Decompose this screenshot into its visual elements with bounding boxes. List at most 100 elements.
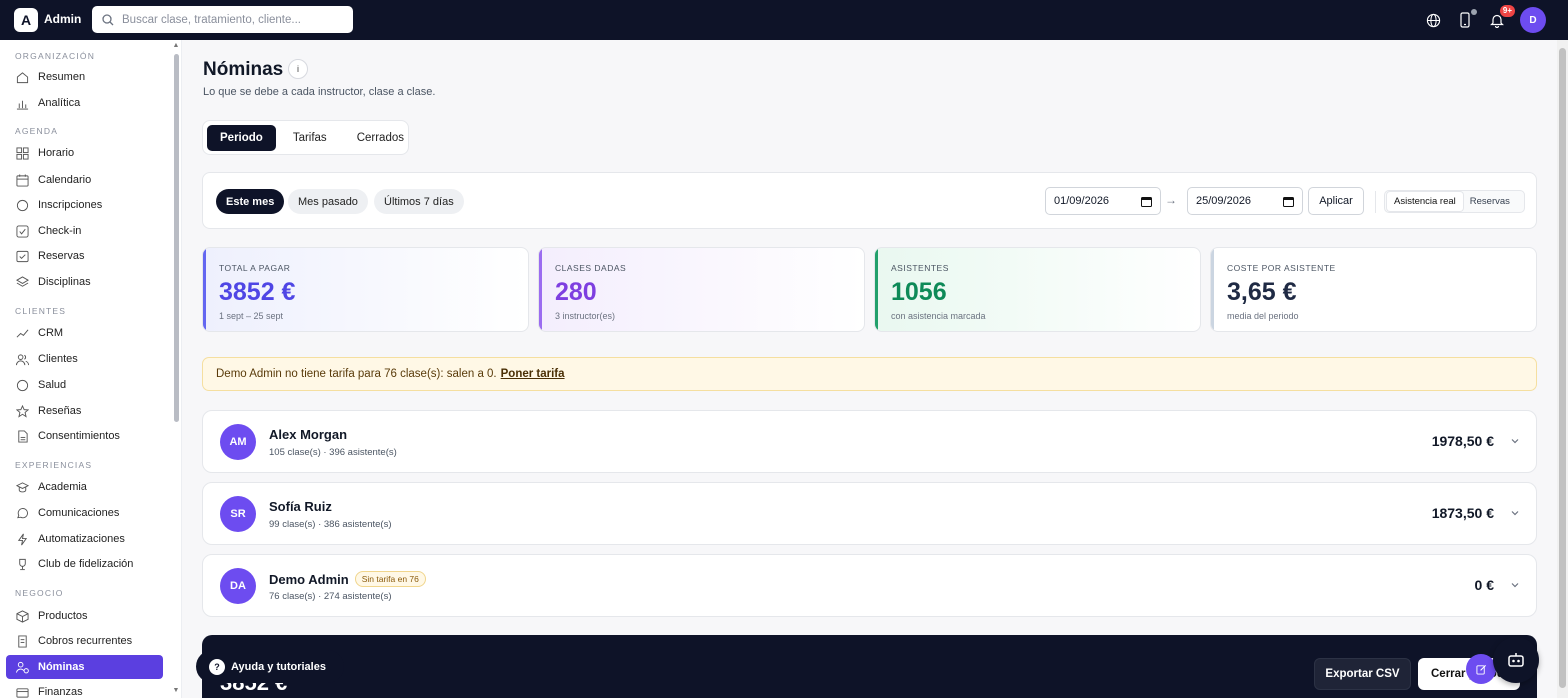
mode-reservas[interactable]: Reservas	[1463, 192, 1517, 211]
sidebar-item-crm[interactable]: CRM	[6, 321, 163, 345]
sidebar-item-label: Cobros recurrentes	[38, 635, 133, 647]
home-icon	[16, 71, 29, 83]
chevron-down-icon[interactable]	[1510, 508, 1520, 518]
section-label-organizacion: ORGANIZACIÓN	[15, 51, 96, 61]
stat-value: 3,65 €	[1227, 278, 1297, 306]
date-from-input[interactable]: 01/09/2026	[1045, 187, 1161, 215]
instructor-meta: 105 clase(s) · 396 asistente(s)	[269, 447, 397, 458]
stat-label: TOTAL A PAGAR	[219, 263, 291, 273]
sidebar-item-label: Reseñas	[38, 405, 82, 417]
bar-chart-icon	[16, 100, 29, 110]
calendar-icon[interactable]	[1283, 196, 1294, 207]
sidebar-item-club-fidelizacion[interactable]: Club de fidelización	[6, 552, 163, 576]
help-tutorials-button[interactable]: ? Ayuda y tutoriales	[196, 650, 344, 683]
page-scroll-thumb[interactable]	[1559, 48, 1566, 688]
user-avatar[interactable]: D	[1520, 7, 1546, 33]
instructor-row[interactable]: SR Sofía Ruiz 99 clase(s) · 386 asistent…	[202, 482, 1537, 545]
sidebar-item-label: Reservas	[38, 250, 85, 262]
users-icon	[16, 353, 29, 365]
sidebar-item-consentimientos[interactable]: Consentimientos	[6, 424, 163, 448]
sidebar-scrollbar[interactable]: ▲ ▼	[172, 40, 180, 698]
set-rate-link[interactable]: Poner tarifa	[501, 368, 565, 380]
circle-icon	[16, 199, 29, 211]
stat-accent-bar	[539, 248, 542, 331]
instructor-name-wrap: Demo Admin Sin tarifa en 76	[269, 571, 426, 587]
search-input[interactable]	[122, 13, 342, 26]
sidebar-item-productos[interactable]: Productos	[6, 604, 163, 628]
scroll-up-arrow-icon[interactable]: ▲	[172, 42, 180, 50]
help-icon: ?	[209, 658, 225, 675]
stat-note: media del periodo	[1227, 311, 1299, 321]
sidebar-item-comunicaciones[interactable]: Comunicaciones	[6, 501, 163, 525]
tab-periodo[interactable]: Periodo	[207, 124, 276, 151]
avatar: AM	[220, 424, 256, 460]
sidebar-item-finanzas[interactable]: Finanzas	[6, 680, 163, 698]
sidebar-item-label: Productos	[38, 610, 88, 622]
mode-asistencia-real[interactable]: Asistencia real	[1387, 192, 1463, 211]
instructor-row[interactable]: DA Demo Admin Sin tarifa en 76 76 clase(s…	[202, 554, 1537, 617]
stat-accent-bar	[875, 248, 878, 331]
avatar: DA	[220, 568, 256, 604]
chip-mes-pasado[interactable]: Mes pasado	[288, 189, 368, 214]
bell-icon[interactable]: 9+	[1488, 5, 1515, 29]
tab-cerrados[interactable]: Cerrados	[344, 125, 417, 151]
sidebar-item-automatizaciones[interactable]: Automatizaciones	[6, 527, 163, 551]
sidebar-item-analitica[interactable]: Analítica	[6, 91, 163, 115]
sidebar-item-nominas[interactable]: Nóminas	[6, 655, 163, 679]
sidebar-item-horario[interactable]: Horario	[6, 141, 163, 165]
mobile-icon[interactable]	[1456, 9, 1477, 29]
sidebar-item-disciplinas[interactable]: Disciplinas	[6, 270, 163, 294]
sidebar-item-salud[interactable]: Salud	[6, 373, 163, 397]
info-icon[interactable]: i	[288, 59, 308, 79]
sidebar-item-check-in[interactable]: Check-in	[6, 219, 163, 243]
stat-card-asistentes: ASISTENTES 1056 con asistencia marcada	[874, 247, 1201, 332]
app-logo[interactable]: A	[14, 8, 38, 32]
sidebar-item-calendario[interactable]: Calendario	[6, 168, 163, 192]
sidebar-item-label: Automatizaciones	[38, 533, 125, 545]
stat-note: con asistencia marcada	[891, 311, 986, 321]
sidebar-item-academia[interactable]: Academia	[6, 475, 163, 499]
alert-text: Demo Admin no tiene tarifa para 76 clase…	[216, 368, 497, 380]
notification-badge: 9+	[1499, 5, 1515, 17]
sidebar-item-reservas[interactable]: Reservas	[6, 244, 163, 268]
sidebar-item-cobros-recurrentes[interactable]: Cobros recurrentes	[6, 629, 163, 653]
page-subtitle: Lo que se debe a cada instructor, clase …	[203, 86, 436, 98]
chip-este-mes[interactable]: Este mes	[216, 189, 285, 214]
stat-accent-bar	[1211, 248, 1214, 331]
sidebar-scroll-thumb[interactable]	[174, 54, 179, 422]
globe-icon[interactable]	[1424, 11, 1442, 29]
page-scrollbar[interactable]	[1557, 40, 1568, 698]
chip-ultimos-7-dias[interactable]: Últimos 7 días	[374, 189, 464, 214]
scroll-down-arrow-icon[interactable]: ▼	[172, 687, 180, 695]
chevron-down-icon[interactable]	[1510, 436, 1520, 446]
calendar-icon[interactable]	[1141, 196, 1152, 207]
avatar: SR	[220, 496, 256, 532]
sidebar-item-resumen[interactable]: Resumen	[6, 65, 163, 89]
sidebar-item-label: Resumen	[38, 71, 86, 83]
search-box[interactable]	[92, 6, 353, 33]
wallet-icon	[16, 687, 29, 698]
date-from-value: 01/09/2026	[1054, 195, 1110, 207]
user-money-icon	[16, 661, 29, 673]
sidebar-item-label: Inscripciones	[38, 199, 103, 211]
instructor-amount: 1978,50 €	[1431, 433, 1494, 449]
document-icon	[18, 429, 28, 443]
tab-tarifas[interactable]: Tarifas	[280, 125, 340, 151]
sidebar-item-label: Academia	[38, 481, 87, 493]
chevron-down-icon[interactable]	[1510, 580, 1520, 590]
stat-note: 1 sept – 25 sept	[219, 311, 284, 321]
view-tabs: Periodo Tarifas Cerrados	[202, 120, 409, 155]
stat-card-coste: COSTE POR ASISTENTE 3,65 € media del per…	[1210, 247, 1537, 332]
date-to-input[interactable]: 25/09/2026	[1187, 187, 1303, 215]
sidebar-item-resenas[interactable]: Reseñas	[6, 399, 163, 423]
export-csv-button[interactable]: Exportar CSV	[1314, 658, 1411, 690]
sidebar-item-clientes[interactable]: Clientes	[6, 347, 163, 371]
apply-button[interactable]: Aplicar	[1308, 187, 1364, 215]
instructor-row[interactable]: AM Alex Morgan 105 clase(s) · 396 asiste…	[202, 410, 1537, 473]
sidebar-item-inscripciones[interactable]: Inscripciones	[6, 193, 163, 217]
assistant-bot-button[interactable]	[1493, 637, 1539, 683]
summary-footer: 3852 € Exportar CSV Cerrar periodo	[202, 635, 1537, 698]
edit-fab[interactable]	[1466, 654, 1496, 684]
sidebar-item-label: Comunicaciones	[38, 507, 120, 519]
trend-icon	[16, 328, 29, 338]
